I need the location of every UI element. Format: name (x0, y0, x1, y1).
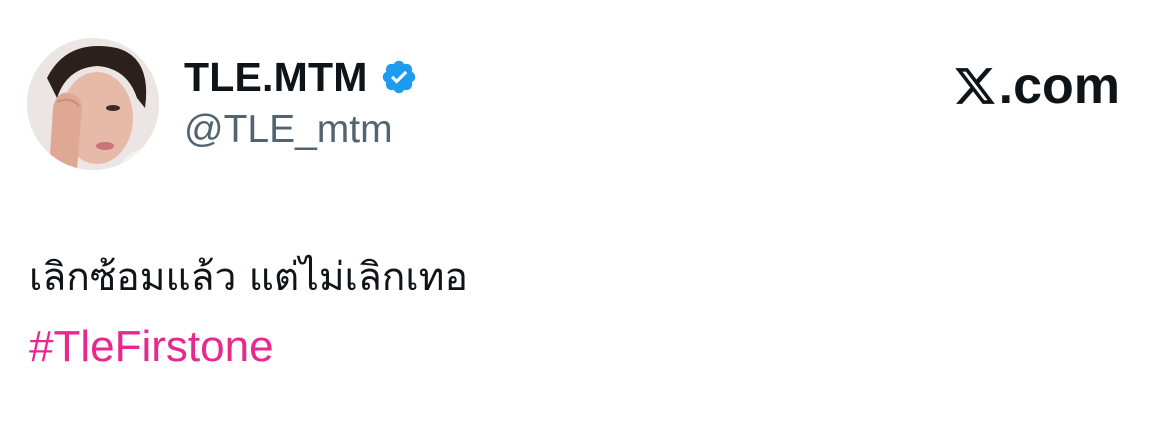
hashtag-link[interactable]: #TleFirstone (29, 322, 274, 371)
x-logo-icon (952, 64, 998, 108)
author-name-row: TLE.MTM (184, 52, 418, 102)
tweet-card: TLE.MTM @TLE_mtm .com เลิกซ้อมแล้ว แต่ไม… (0, 0, 1170, 428)
tweet-text: เลิกซ้อมแล้ว แต่ไม่เลิกเทอ (29, 255, 468, 300)
verified-badge-icon (380, 58, 418, 96)
avatar[interactable] (27, 38, 159, 170)
display-name[interactable]: TLE.MTM (184, 56, 368, 98)
brand-watermark: .com (952, 60, 1120, 112)
brand-label: .com (998, 57, 1120, 115)
avatar-photo (27, 38, 159, 170)
author-handle[interactable]: @TLE_mtm (184, 110, 393, 149)
